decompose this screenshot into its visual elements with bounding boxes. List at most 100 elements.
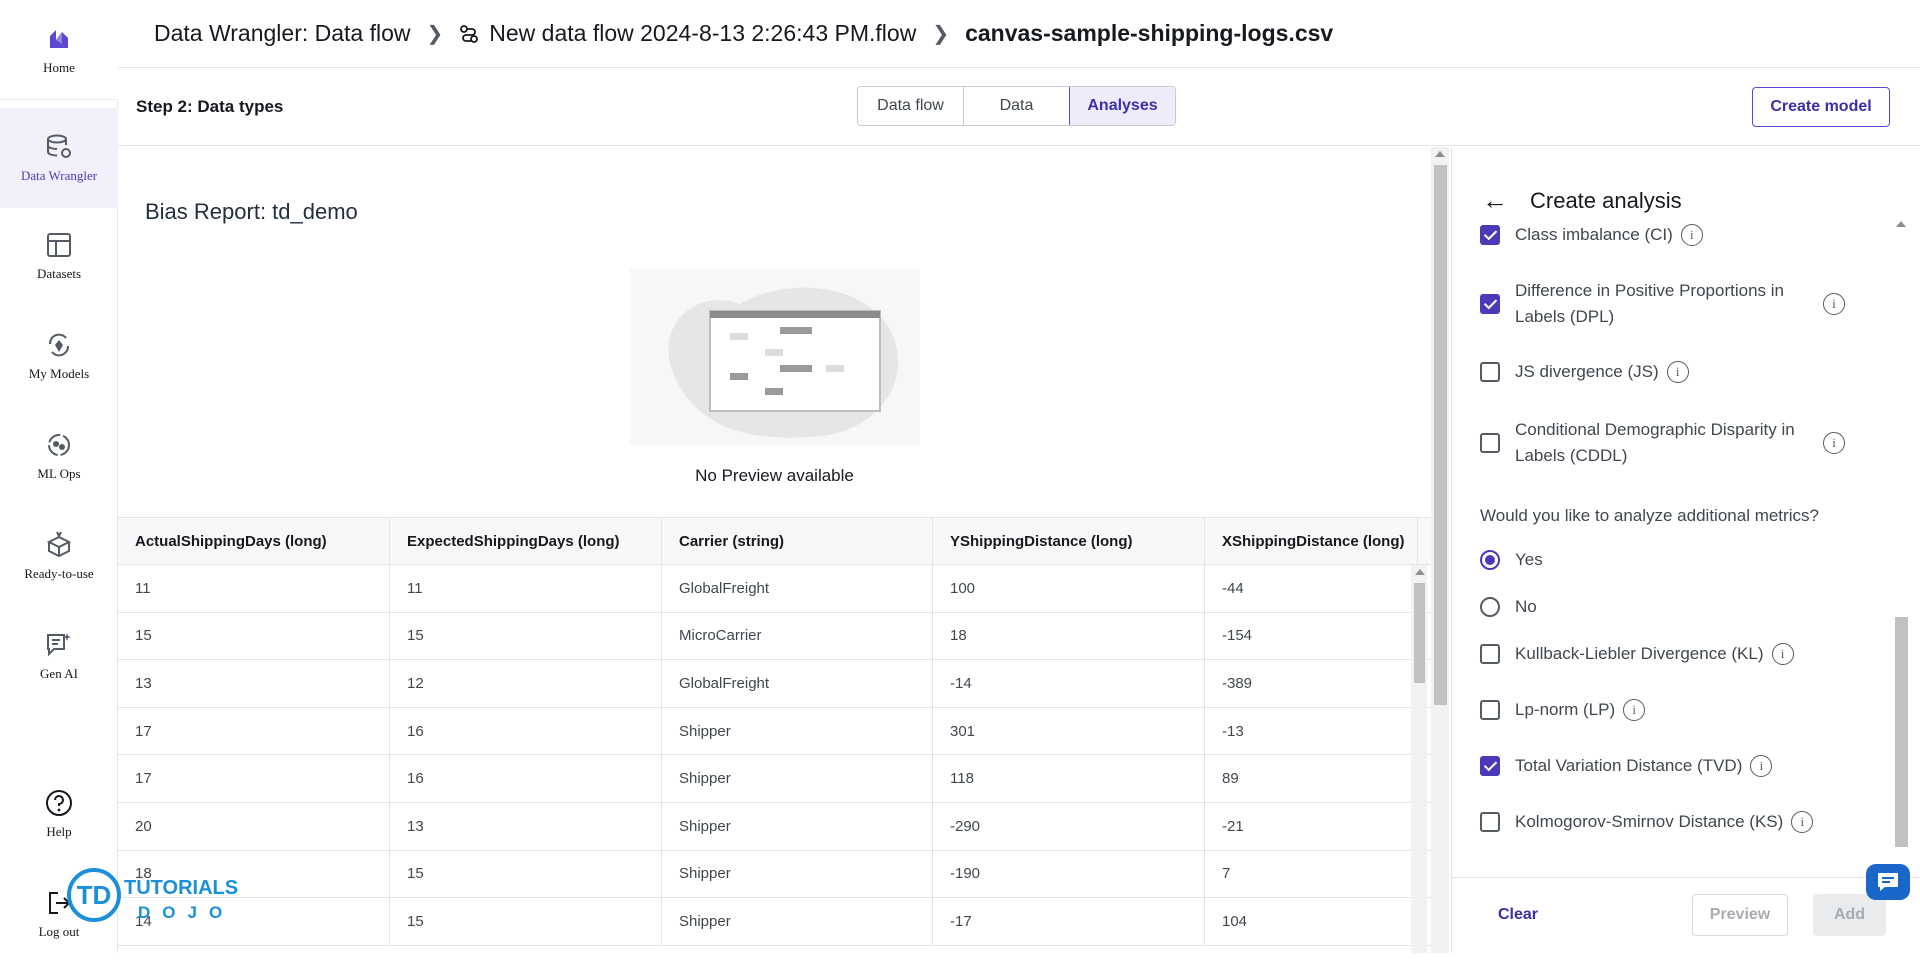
left-navigation: Home Data Wrangler Datasets My Models ML… — [0, 0, 118, 953]
column-header[interactable]: XShippingDistance (long) — [1205, 518, 1418, 564]
back-arrow-icon[interactable]: ← — [1482, 185, 1508, 216]
checkbox-cddl[interactable] — [1480, 433, 1500, 453]
radio-yes-option[interactable]: Yes — [1480, 550, 1543, 570]
table-cell: Shipper — [662, 898, 933, 945]
create-model-button[interactable]: Create model — [1752, 87, 1890, 127]
nav-home[interactable]: Home — [0, 0, 118, 100]
nav-datasets[interactable]: Datasets — [0, 208, 118, 304]
nav-ml-ops-label: ML Ops — [37, 466, 81, 481]
main-scrollbar[interactable] — [1431, 147, 1449, 953]
panel-scrollbar[interactable] — [1892, 217, 1910, 865]
column-header[interactable]: YShippingDistance (long) — [933, 518, 1205, 564]
metric-ks[interactable]: Kolmogorov-Smirnov Distance (KS) i — [1480, 811, 1814, 833]
info-icon[interactable]: i — [1823, 432, 1845, 454]
tab-data[interactable]: Data — [964, 87, 1070, 125]
main-scroll-thumb[interactable] — [1434, 165, 1447, 705]
scroll-up-arrow-icon[interactable] — [1435, 151, 1445, 157]
table-cell: Shipper — [662, 802, 933, 850]
chevron-right-icon: ❯ — [932, 23, 950, 45]
home-logo-icon — [50, 29, 68, 48]
metric-kl[interactable]: Kullback-Liebler Divergence (KL) i — [1480, 643, 1794, 665]
column-header[interactable]: Carrier (string) — [662, 518, 933, 564]
info-icon[interactable]: i — [1623, 699, 1646, 721]
table-cell: 15 — [390, 898, 662, 945]
model-cycle-icon — [48, 333, 70, 357]
info-icon[interactable]: i — [1823, 293, 1845, 315]
table-row: 15 15 MicroCarrier 18 -154 — [118, 612, 1431, 661]
table-cell: -17 — [933, 898, 1205, 945]
nav-gen-ai[interactable]: Gen AI — [0, 608, 118, 704]
metric-label: Class imbalance (CI) — [1515, 225, 1673, 244]
radio-no-option[interactable]: No — [1480, 597, 1537, 617]
checkbox-dpl[interactable] — [1480, 294, 1500, 314]
breadcrumb-data-flow[interactable]: Data Wrangler: Data flow — [154, 20, 411, 47]
table-scrollbar[interactable] — [1411, 565, 1427, 953]
table-cell: 18 — [933, 612, 1205, 660]
metric-label: Kullback-Liebler Divergence (KL) — [1515, 644, 1764, 663]
no-preview-text: No Preview available — [695, 466, 854, 485]
scroll-up-arrow-icon[interactable] — [1415, 569, 1425, 575]
info-icon[interactable]: i — [1791, 811, 1814, 833]
table-cell: -389 — [1205, 660, 1418, 707]
table-cell: -154 — [1205, 612, 1418, 660]
metric-tvd[interactable]: Total Variation Distance (TVD) i — [1480, 755, 1773, 777]
table-cell: -290 — [933, 802, 1205, 850]
nav-data-wrangler[interactable]: Data Wrangler — [0, 108, 118, 208]
package-icon — [46, 531, 72, 558]
clear-button[interactable]: Clear — [1498, 906, 1538, 924]
column-header[interactable]: ExpectedShippingDays (long) — [390, 518, 662, 564]
nav-home-label: Home — [43, 59, 75, 75]
chat-sparkle-icon — [47, 633, 71, 657]
chat-support-icon[interactable] — [1866, 864, 1910, 900]
table-cell: 11 — [118, 565, 390, 612]
table-scroll-thumb[interactable] — [1414, 583, 1425, 683]
metric-ci[interactable]: Class imbalance (CI) i — [1480, 224, 1703, 246]
nav-ready-to-use-label: Ready-to-use — [24, 566, 94, 581]
metric-js[interactable]: JS divergence (JS) i — [1480, 361, 1689, 383]
checkbox-tvd[interactable] — [1480, 756, 1500, 776]
table-cell: Shipper — [662, 707, 933, 755]
checkbox-ci[interactable] — [1480, 225, 1500, 245]
panel-header: ← Create analysis — [1482, 185, 1682, 216]
nav-ready-to-use[interactable]: Ready-to-use — [0, 508, 118, 604]
table-cell: 13 — [118, 660, 390, 707]
tab-analyses[interactable]: Analyses — [1069, 87, 1175, 125]
table-cell: -13 — [1205, 707, 1418, 755]
checkbox-js[interactable] — [1480, 362, 1500, 382]
metric-cddl[interactable]: Conditional Demographic Disparity in Lab… — [1480, 417, 1845, 469]
radio-no-label: No — [1515, 597, 1537, 616]
metric-lp[interactable]: Lp-norm (LP) i — [1480, 699, 1646, 721]
metric-dpl[interactable]: Difference in Positive Proportions in La… — [1480, 278, 1845, 330]
nav-gen-ai-label: Gen AI — [40, 666, 78, 681]
table-row: 20 13 Shipper -290 -21 — [118, 802, 1431, 851]
table-cell: 15 — [390, 612, 662, 660]
nav-ml-ops[interactable]: ML Ops — [0, 408, 118, 504]
tutorials-dojo-watermark: TD TUTORIALS DOJO — [67, 868, 238, 922]
nav-help[interactable]: Help — [0, 766, 118, 862]
table-cell: 100 — [933, 565, 1205, 612]
info-icon[interactable]: i — [1680, 224, 1703, 246]
column-header[interactable]: ActualShippingDays (long) — [118, 518, 390, 564]
preview-button[interactable]: Preview — [1692, 894, 1788, 936]
radio-yes[interactable] — [1480, 550, 1500, 570]
checkbox-lp[interactable] — [1480, 700, 1500, 720]
breadcrumb-flow-file[interactable]: New data flow 2024-8-13 2:26:43 PM.flow — [489, 20, 916, 47]
step-toolbar: Step 2: Data types Data flow Data Analys… — [118, 68, 1920, 146]
info-icon[interactable]: i — [1666, 361, 1689, 383]
checkbox-kl[interactable] — [1480, 644, 1500, 664]
nav-log-out-label: Log out — [38, 924, 80, 939]
scroll-up-arrow-icon[interactable] — [1896, 221, 1906, 227]
add-button[interactable]: Add — [1813, 894, 1886, 936]
watermark-sub: DOJO — [138, 903, 234, 922]
table-row: 11 11 GlobalFreight 100 -44 — [118, 565, 1431, 613]
table-row: 13 12 GlobalFreight -14 -389 — [118, 660, 1431, 708]
nav-my-models[interactable]: My Models — [0, 308, 118, 404]
info-icon[interactable]: i — [1750, 755, 1773, 777]
tab-data-flow[interactable]: Data flow — [858, 87, 964, 125]
flow-icon — [460, 24, 479, 43]
metric-label: Difference in Positive Proportions in La… — [1515, 281, 1784, 326]
checkbox-ks[interactable] — [1480, 812, 1500, 832]
panel-scroll-thumb[interactable] — [1895, 617, 1908, 847]
info-icon[interactable]: i — [1771, 643, 1794, 665]
radio-no[interactable] — [1480, 597, 1500, 617]
